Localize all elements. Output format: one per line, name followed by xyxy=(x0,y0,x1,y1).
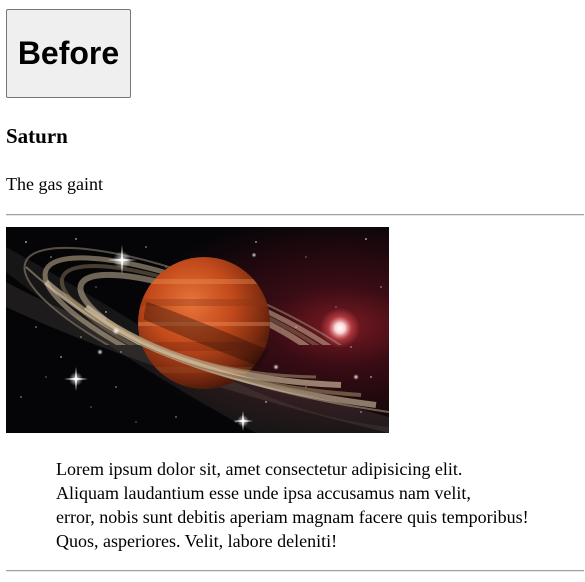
page-subtitle: The gas gaint xyxy=(6,174,103,194)
lorem-paragraph: Lorem ipsum dolor sit, amet consectetur … xyxy=(56,459,529,551)
before-button[interactable]: Before xyxy=(6,9,131,98)
saturn-image xyxy=(6,227,389,433)
bottom-divider xyxy=(6,570,584,572)
page-title: Saturn xyxy=(6,124,68,148)
top-divider xyxy=(6,214,584,216)
